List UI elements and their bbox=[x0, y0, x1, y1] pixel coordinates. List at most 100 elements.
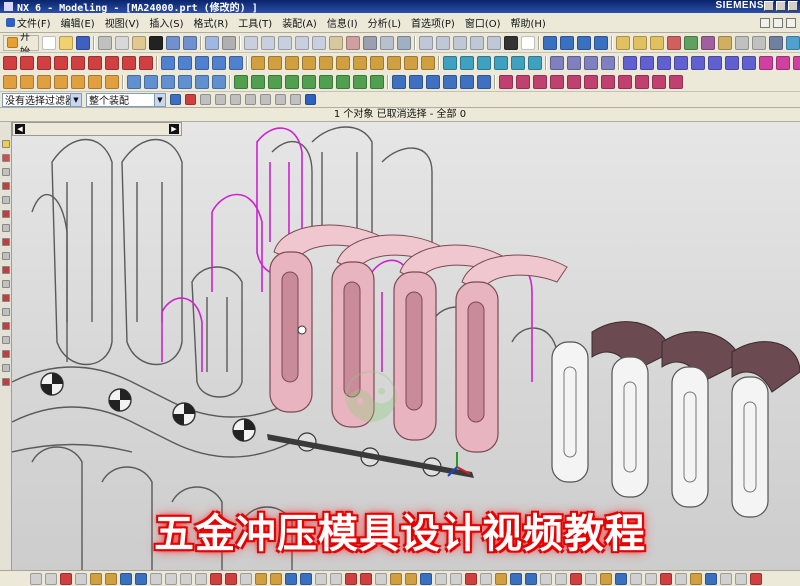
assembly-icon[interactable] bbox=[3, 74, 17, 89]
dimension-icon[interactable] bbox=[90, 572, 102, 585]
menu-file[interactable]: 文件(F) bbox=[2, 15, 55, 30]
quick-extend-icon[interactable] bbox=[180, 572, 192, 585]
rectangle-icon[interactable] bbox=[75, 572, 87, 585]
reattach-icon[interactable] bbox=[405, 572, 417, 585]
menu-edit[interactable]: 编辑(E) bbox=[57, 15, 99, 30]
add-component-icon[interactable] bbox=[20, 74, 34, 89]
menu-window[interactable]: 窗口(O) bbox=[461, 15, 505, 30]
delete-icon[interactable] bbox=[149, 35, 163, 50]
snap-existing-point-icon[interactable] bbox=[290, 94, 301, 105]
sketch-icon[interactable] bbox=[550, 55, 564, 70]
snap-point-icon[interactable] bbox=[185, 94, 196, 105]
perspective-icon[interactable] bbox=[329, 35, 343, 50]
update-model-icon[interactable] bbox=[420, 572, 432, 585]
background-icon[interactable] bbox=[504, 35, 518, 50]
roles-icon[interactable] bbox=[1, 266, 10, 274]
transform-icon[interactable] bbox=[251, 74, 265, 89]
nc-icon[interactable] bbox=[669, 74, 683, 89]
quick-pick-icon[interactable] bbox=[735, 572, 747, 585]
minimize-button[interactable] bbox=[764, 1, 774, 11]
animate-dimension-icon[interactable] bbox=[315, 572, 327, 585]
orient-view-icon[interactable] bbox=[390, 572, 402, 585]
show-icon[interactable] bbox=[752, 35, 766, 50]
show-grid-icon[interactable] bbox=[630, 572, 642, 585]
view-navigator-icon[interactable] bbox=[1, 364, 10, 372]
mirror-curve-icon[interactable] bbox=[255, 572, 267, 585]
fillet-icon[interactable] bbox=[150, 572, 162, 585]
wave-icon[interactable] bbox=[88, 74, 102, 89]
intersect-curve-icon[interactable] bbox=[122, 55, 136, 70]
menu-assembly[interactable]: 装配(A) bbox=[278, 15, 321, 30]
grid-icon[interactable] bbox=[600, 572, 612, 585]
wcs-display-icon[interactable] bbox=[570, 572, 582, 585]
doc-close-button[interactable] bbox=[786, 17, 796, 28]
hide-icon[interactable] bbox=[735, 35, 749, 50]
select-body-icon[interactable] bbox=[409, 74, 423, 89]
maximize-button[interactable] bbox=[776, 1, 786, 11]
chamfer-icon[interactable] bbox=[460, 55, 474, 70]
line-string-icon[interactable] bbox=[45, 572, 57, 585]
reposition-icon[interactable] bbox=[71, 74, 85, 89]
circle-icon[interactable] bbox=[37, 55, 51, 70]
insert-group-icon[interactable] bbox=[567, 74, 581, 89]
distance-icon[interactable] bbox=[633, 35, 647, 50]
flange-icon[interactable] bbox=[776, 55, 790, 70]
point-constructor-icon[interactable] bbox=[660, 572, 672, 585]
navigator-icon[interactable] bbox=[1, 140, 10, 148]
through-curves-icon[interactable] bbox=[640, 55, 654, 70]
edge-blend-icon[interactable] bbox=[443, 55, 457, 70]
assembly-navigator-icon[interactable] bbox=[1, 154, 10, 162]
repeat-command-icon[interactable] bbox=[205, 35, 219, 50]
alternate-solution-icon[interactable] bbox=[330, 572, 342, 585]
system-materials-icon[interactable] bbox=[1, 210, 10, 218]
edit-object-icon[interactable] bbox=[234, 74, 248, 89]
auto-constrain-icon[interactable] bbox=[360, 572, 372, 585]
punch-icon[interactable] bbox=[533, 74, 547, 89]
save-wcs-icon[interactable] bbox=[585, 572, 597, 585]
snap-intersection-icon[interactable] bbox=[245, 94, 256, 105]
hidden-edges-icon[interactable] bbox=[380, 35, 394, 50]
unite-icon[interactable] bbox=[387, 55, 401, 70]
snap-quadrant-icon[interactable] bbox=[275, 94, 286, 105]
view-top-icon[interactable] bbox=[436, 35, 450, 50]
arc-tool-icon[interactable] bbox=[60, 572, 72, 585]
properties-icon[interactable] bbox=[718, 35, 732, 50]
view-iso-icon[interactable] bbox=[470, 35, 484, 50]
check-icon[interactable] bbox=[684, 35, 698, 50]
ellipse-icon[interactable] bbox=[240, 572, 252, 585]
menu-info[interactable]: 信息(I) bbox=[323, 15, 362, 30]
pocket-icon[interactable] bbox=[336, 55, 350, 70]
view-scroll-strip[interactable]: ◀ ▶ bbox=[12, 122, 182, 136]
split-body-icon[interactable] bbox=[725, 55, 739, 70]
sheet-metal-icon[interactable] bbox=[759, 55, 773, 70]
process-studio-icon[interactable] bbox=[1, 252, 10, 260]
web-browser-icon[interactable] bbox=[1, 224, 10, 232]
datum-axis-icon[interactable] bbox=[584, 55, 598, 70]
snap-mid-icon[interactable] bbox=[577, 35, 591, 50]
hd3d-icon[interactable] bbox=[1, 308, 10, 316]
display-constraints-icon[interactable] bbox=[345, 572, 357, 585]
rotate-icon[interactable] bbox=[295, 35, 309, 50]
studio-spline-icon[interactable] bbox=[210, 572, 222, 585]
shaded-icon[interactable] bbox=[346, 35, 360, 50]
revolve-icon[interactable] bbox=[268, 55, 282, 70]
explode-icon[interactable] bbox=[105, 74, 119, 89]
extend-icon[interactable] bbox=[178, 55, 192, 70]
touch-icon[interactable] bbox=[222, 35, 236, 50]
snap-end-icon[interactable] bbox=[560, 35, 574, 50]
select-curve-icon[interactable] bbox=[460, 74, 474, 89]
view-right-icon[interactable] bbox=[453, 35, 467, 50]
shell-icon[interactable] bbox=[477, 55, 491, 70]
snap-end-point-icon[interactable] bbox=[200, 94, 211, 105]
view-front-icon[interactable] bbox=[419, 35, 433, 50]
file-open-icon[interactable] bbox=[59, 35, 73, 50]
gear-icon[interactable] bbox=[786, 35, 800, 50]
display-icon[interactable] bbox=[769, 35, 783, 50]
line-icon[interactable] bbox=[3, 55, 17, 70]
redo-icon[interactable] bbox=[183, 35, 197, 50]
view-trimetric-icon[interactable] bbox=[487, 35, 501, 50]
copy-layer-icon[interactable] bbox=[370, 74, 384, 89]
menu-view[interactable]: 视图(V) bbox=[101, 15, 144, 30]
trim-icon[interactable] bbox=[161, 55, 175, 70]
hole-icon[interactable] bbox=[302, 55, 316, 70]
